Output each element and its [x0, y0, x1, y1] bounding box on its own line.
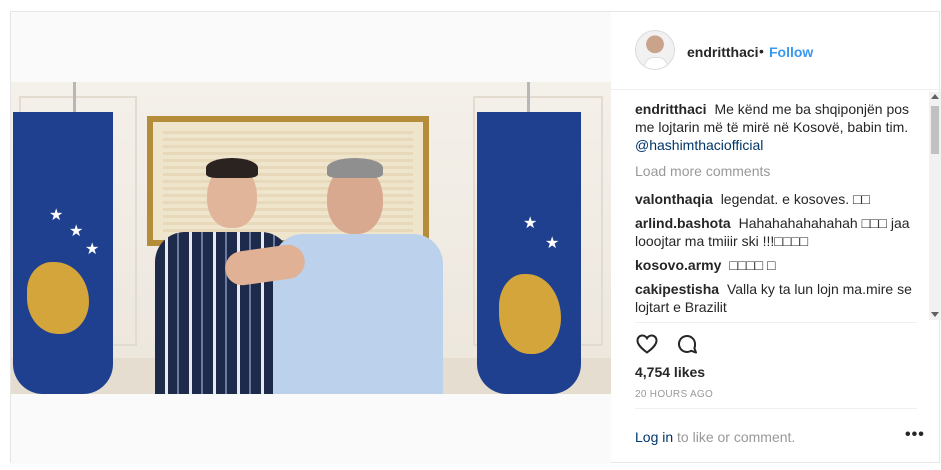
flag-star-icon: ★: [545, 235, 560, 252]
post-header: endritthaci • Follow: [611, 12, 941, 90]
post-media-area: ★ ★ ★ ★ ★: [11, 12, 611, 464]
flag-star-icon: ★: [523, 215, 538, 232]
follow-button[interactable]: Follow: [769, 44, 813, 60]
comment-button[interactable]: [675, 332, 699, 356]
comment-item: arlind.bashota Hahahahahahahah □□□ jaa l…: [635, 214, 925, 250]
actions-divider: [635, 322, 917, 323]
caption: endritthaci Me kënd me ba shqiponjën pos…: [635, 100, 925, 154]
flag-star-icon: ★: [49, 207, 64, 224]
comments-list: endritthaci Me kënd me ba shqiponjën pos…: [635, 100, 925, 318]
flag-star-icon: ★: [69, 223, 84, 240]
comment-item: kosovo.army □□□□ □: [635, 256, 925, 274]
separator-dot: •: [759, 43, 764, 59]
flag-right: ★ ★: [477, 112, 581, 394]
hair-left: [206, 158, 258, 178]
comment-item: valonthaqia legendat. e kosoves. □□: [635, 190, 925, 208]
header-username[interactable]: endritthaci: [687, 44, 759, 60]
post-timestamp: 20 HOURS AGO: [635, 389, 714, 400]
footer-divider: [635, 408, 917, 409]
flag-map-left: [27, 262, 89, 334]
scroll-down-icon[interactable]: [931, 312, 939, 317]
comment-text: □□□□ □: [729, 257, 776, 273]
framed-document: [147, 116, 429, 246]
comment-text: legendat. e kosoves. □□: [720, 191, 870, 207]
post-side-panel: endritthaci • Follow endritthaci Me kënd…: [611, 12, 941, 464]
flag-left: ★ ★ ★: [13, 112, 113, 394]
caption-username[interactable]: endritthaci: [635, 101, 707, 117]
comment-username[interactable]: arlind.bashota: [635, 215, 731, 231]
scroll-thumb[interactable]: [931, 106, 939, 154]
comment-item: cakipestisha Valla ky ta lun lojn ma.mir…: [635, 280, 925, 316]
comments-scrollbar[interactable]: [929, 92, 941, 320]
login-link[interactable]: Log in: [635, 429, 673, 445]
flag-star-icon: ★: [85, 241, 100, 258]
load-more-comments-button[interactable]: Load more comments: [635, 162, 925, 180]
caption-mention-link[interactable]: @hashimthaciofficial: [635, 137, 763, 153]
instagram-post: ★ ★ ★ ★ ★ endritthaci • Follow endrittha…: [10, 11, 941, 464]
flag-map-right: [499, 274, 561, 354]
post-photo[interactable]: ★ ★ ★ ★ ★: [11, 82, 611, 394]
login-prompt: Log in to like or comment.: [635, 429, 795, 445]
comment-username[interactable]: cakipestisha: [635, 281, 719, 297]
heart-icon: [636, 334, 658, 354]
like-button[interactable]: [635, 332, 659, 356]
comment-username[interactable]: kosovo.army: [635, 257, 721, 273]
hair-right: [327, 158, 383, 178]
avatar[interactable]: [635, 30, 675, 70]
comment-username[interactable]: valonthaqia: [635, 191, 713, 207]
more-options-button[interactable]: •••: [905, 426, 925, 444]
scroll-up-icon[interactable]: [931, 94, 939, 99]
likes-count[interactable]: 4,754 likes: [635, 364, 705, 380]
login-suffix: to like or comment.: [673, 429, 796, 445]
comment-bubble-icon: [678, 335, 697, 354]
